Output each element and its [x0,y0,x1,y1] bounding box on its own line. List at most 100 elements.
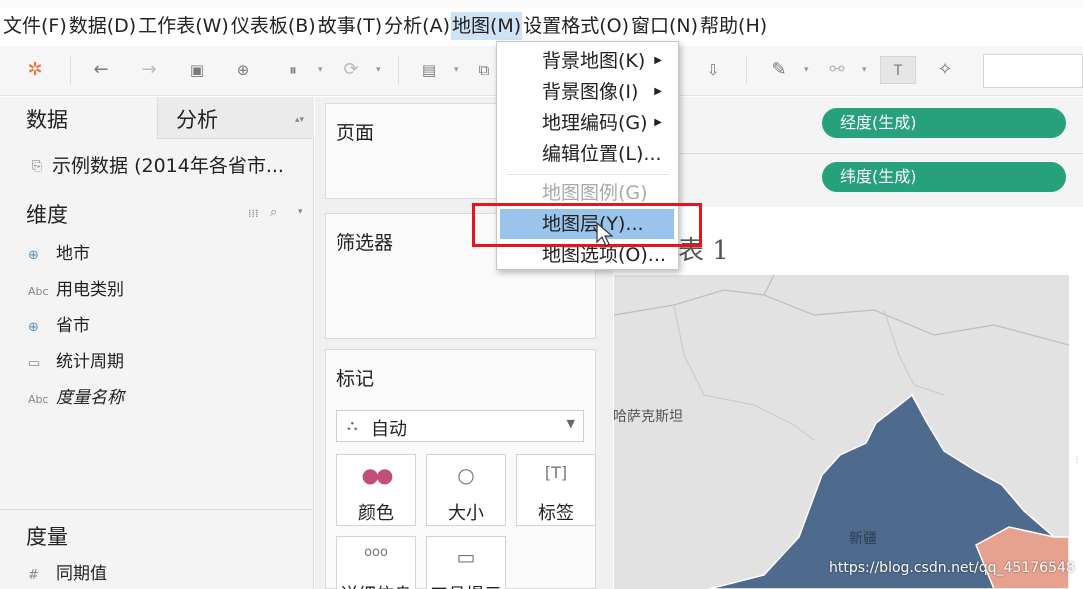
mouse-cursor-icon [596,222,614,247]
datasource-label: 示例数据 (2014年各省市... [52,155,284,177]
menu-item-label: 背景图像(I) [542,81,639,103]
duplicate-icon[interactable]: ⧉ [474,56,494,84]
menu-file[interactable]: 文件(F) [2,12,68,40]
tableau-logo-icon[interactable]: ✲ [22,56,48,84]
menu-bar: 文件(F) 数据(D) 工作表(W) 仪表板(B) 故事(T) 分析(A) 地图… [0,0,1083,46]
color-label: 颜色 [358,503,394,524]
chevron-down-icon[interactable]: ▾ [318,56,323,84]
field-dimension[interactable]: Abc 度量名称 [28,383,124,408]
chevron-down-icon[interactable]: ▾ [454,56,459,84]
new-datasource-icon[interactable]: ⊕ [230,56,256,84]
size-button[interactable]: ○ 大小 [426,454,506,526]
marks-type-select[interactable]: ⛬ 自动 ▼ [336,410,584,442]
shelf-divider [614,153,1083,154]
label-label: 标签 [538,503,574,524]
save-icon[interactable]: ▣ [184,56,210,84]
section-divider [0,509,313,510]
field-dimension[interactable]: ⊕ 省市 [28,311,90,336]
menu-item-edit-locations[interactable]: 编辑位置(L)... [497,139,678,169]
columns-rows-shelves: 经度(生成) 纬度(生成) [614,97,1083,207]
chevron-down-icon[interactable]: ▾ [804,56,809,84]
calendar-icon: ▭ [28,356,41,371]
toolbar-separator [746,56,747,84]
field-dimension[interactable]: Abc 用电类别 [28,275,124,300]
submenu-arrow-icon: ▶ [654,55,662,66]
submenu-arrow-icon: ▶ [654,117,662,128]
chevron-down-icon[interactable]: ▾ [376,56,381,84]
menu-item-label: 地理编码(G) [542,112,648,134]
toolbar-separator [398,56,399,84]
menu-data[interactable]: 数据(D) [68,12,137,40]
filters-title: 筛选器 [336,232,394,254]
detail-icon: ooo [364,545,388,560]
chevron-down-icon[interactable]: ▴▾ [295,97,304,143]
detail-label: 详细信息 [337,581,415,589]
size-icon: ○ [457,463,475,487]
field-measure[interactable]: # 同期值 [28,559,107,584]
pin-icon[interactable]: ✧ [932,56,958,84]
menu-window[interactable]: 窗口(N) [630,12,699,40]
chevron-down-icon[interactable]: ▾ [298,207,303,217]
undo-icon[interactable]: ← [88,56,114,84]
dimensions-heading: 维度 [26,203,68,227]
submenu-arrow-icon: ▶ [654,86,662,97]
grid-view-icon[interactable]: ⁞⁞⁞ [248,207,259,220]
menu-map[interactable]: 地图(M) [451,12,523,40]
rows-pill[interactable]: 纬度(生成) [822,162,1066,192]
label-button[interactable]: [T] 标签 [516,454,596,526]
menu-item-label: 编辑位置(L)... [542,143,662,165]
chevron-down-icon[interactable]: ▾ [862,56,867,84]
color-button[interactable]: ●● 颜色 [336,454,416,526]
search-input[interactable] [983,54,1083,88]
abc-icon: Abc [28,393,49,406]
map-mark-icon: ⛬ [347,416,358,434]
refresh-icon[interactable]: ⟳ [338,56,364,84]
marks-title: 标记 [336,368,375,390]
pages-title: 页面 [336,122,375,144]
scrollbar-grip-icon[interactable]: ⋮⋮ [1073,455,1083,469]
title-bar [0,0,1083,8]
group-icon[interactable]: ⚯ [824,56,850,84]
menu-item-geocoding[interactable]: 地理编码(G) ▶ [497,108,678,138]
show-labels-icon[interactable]: T [880,56,916,84]
menu-help[interactable]: 帮助(H) [699,12,768,40]
tab-data[interactable]: 数据 [0,97,157,139]
menu-story[interactable]: 故事(T) [317,12,383,40]
map-view[interactable] [614,275,1069,589]
size-label: 大小 [448,503,484,524]
field-dimension[interactable]: ⊕ 地市 [28,239,90,264]
menu-worksheet[interactable]: 工作表(W) [137,12,230,40]
menu-dashboard[interactable]: 仪表板(B) [230,12,317,40]
color-icon: ●● [361,463,394,487]
abc-icon: Abc [28,285,49,298]
marks-card: 标记 ⛬ 自动 ▼ ●● 颜色 ○ 大小 [T] 标签 ooo 详细信息 ▭ 工… [325,349,596,589]
menu-format[interactable]: 设置格式(O) [522,12,630,40]
search-icon[interactable]: ⌕ [270,205,277,220]
pause-updates-icon[interactable]: ⏸ [280,56,306,84]
tab-analysis[interactable]: 分析 ▴▾ [157,97,314,139]
redo-icon[interactable]: → [136,56,162,84]
new-worksheet-icon[interactable]: ▤ [416,56,442,84]
menu-analysis[interactable]: 分析(A) [383,12,451,40]
label-icon: [T] [544,463,568,482]
menu-item-background-map[interactable]: 背景地图(K) ▶ [497,46,678,76]
menu-item-label: 背景地图(K) [542,50,646,72]
field-dimension[interactable]: ▭ 统计周期 [28,347,124,372]
sort-descending-icon[interactable]: ⇩ [700,56,726,84]
marks-type-label: 自动 [371,419,407,440]
hash-icon: # [28,568,39,583]
highlight-pen-icon[interactable]: ✎ [766,56,792,84]
data-pane: 数据 分析 ▴▾ ⎘ 示例数据 (2014年各省市... 维度 ⁞⁞⁞ ⌕ ▾ … [0,97,314,589]
menu-item-background-image[interactable]: 背景图像(I) ▶ [497,77,678,107]
watermark: https://blog.csdn.net/qq_45176548 [829,560,1075,576]
menu-item-label: 地图图例(G) [542,182,648,204]
detail-button[interactable]: ooo 详细信息 [336,536,416,589]
menu-items: 文件(F) 数据(D) 工作表(W) 仪表板(B) 故事(T) 分析(A) 地图… [2,12,768,40]
columns-pill[interactable]: 经度(生成) [822,108,1066,138]
menu-separator [507,174,669,175]
map-canvas [614,275,1069,589]
map-label-xinjiang: 新疆 [849,531,877,547]
toolbar-separator [70,56,71,84]
tooltip-button[interactable]: ▭ 工具提示 [426,536,506,589]
datasource-item[interactable]: ⎘ 示例数据 (2014年各省市... [32,151,284,178]
